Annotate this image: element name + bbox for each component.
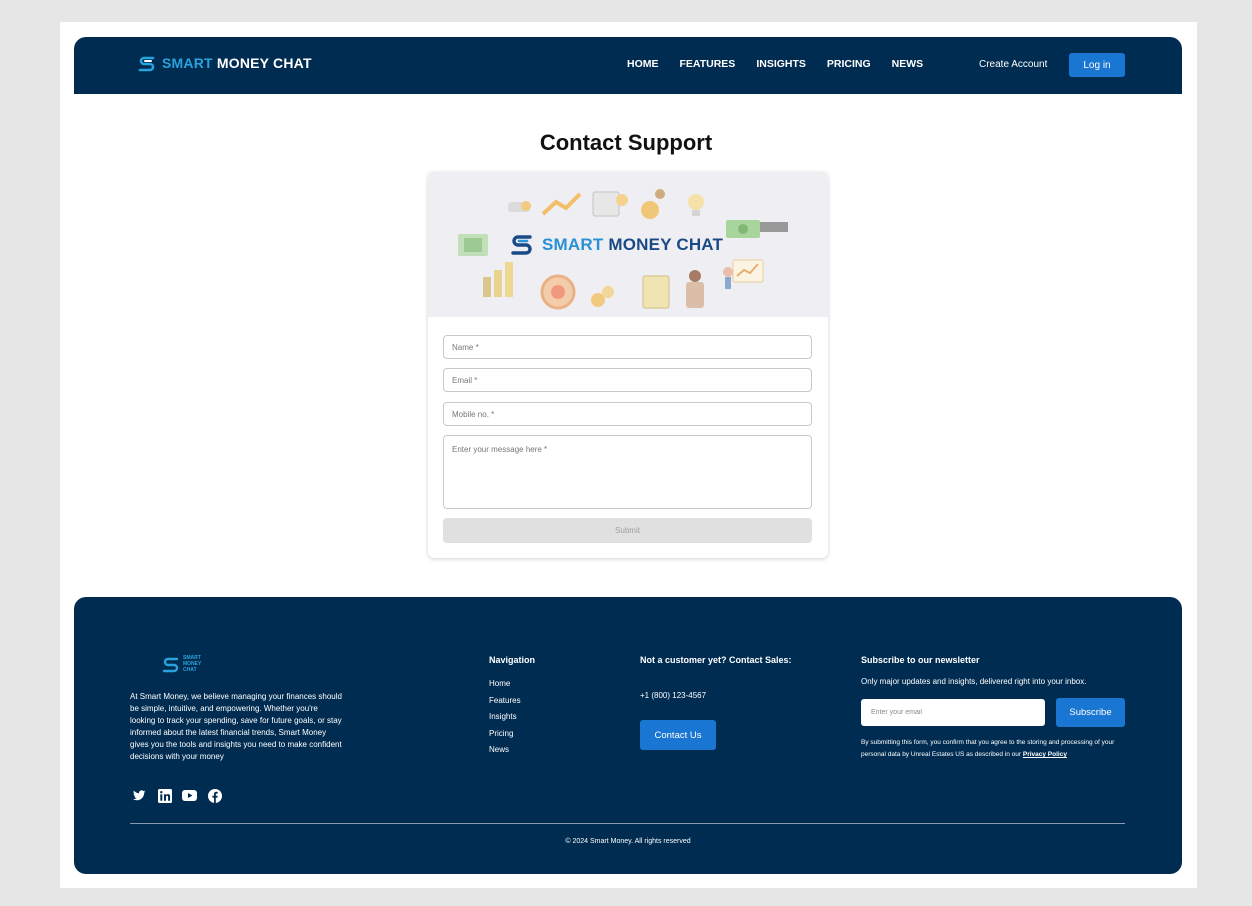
linkedin-icon[interactable] — [157, 788, 172, 803]
brand-logo[interactable]: SMART MONEY CHAT — [138, 54, 312, 72]
top-navbar: SMART MONEY CHAT HOME FEATURES INSIGHTS … — [74, 37, 1182, 94]
footer-logo: SMART MONEY CHAT — [162, 655, 201, 673]
brand-name: SMART MONEY CHAT — [162, 55, 312, 71]
twitter-icon[interactable] — [132, 788, 147, 803]
mobile-field[interactable] — [443, 402, 812, 426]
smart-money-logo-icon — [162, 657, 179, 673]
nav-pricing[interactable]: PRICING — [827, 58, 871, 70]
smart-money-logo-icon — [511, 235, 532, 255]
banner-logo: SMART MONEY CHAT — [510, 232, 723, 258]
footer-nav-features[interactable]: Features — [489, 693, 521, 710]
social-links — [132, 788, 222, 803]
youtube-icon[interactable] — [182, 788, 197, 803]
sales-phone: +1 (800) 123-4567 — [640, 691, 707, 700]
footer-navigation-title: Navigation — [489, 655, 536, 665]
consent-text: By submitting this form, you confirm tha… — [861, 739, 1115, 758]
newsletter-subtitle: Only major updates and insights, deliver… — [861, 677, 1087, 686]
contact-us-button[interactable]: Contact Us — [640, 720, 716, 750]
contact-banner: SMART MONEY CHAT — [428, 172, 828, 317]
nav-home[interactable]: HOME — [627, 58, 659, 70]
footer-nav-home[interactable]: Home — [489, 676, 521, 693]
facebook-icon[interactable] — [207, 788, 222, 803]
login-button[interactable]: Log in — [1069, 53, 1125, 77]
subscribe-button[interactable]: Subscribe — [1056, 698, 1125, 727]
footer-nav-insights[interactable]: Insights — [489, 709, 521, 726]
main-nav: HOME FEATURES INSIGHTS PRICING NEWS — [627, 58, 944, 70]
copyright: © 2024 Smart Money. All rights reserved — [565, 838, 691, 845]
name-field[interactable] — [443, 335, 812, 359]
smart-money-logo-icon — [138, 56, 155, 72]
nav-insights[interactable]: INSIGHTS — [756, 58, 806, 70]
create-account-link[interactable]: Create Account — [979, 59, 1047, 70]
newsletter-title: Subscribe to our newsletter — [861, 655, 980, 665]
nav-features[interactable]: FEATURES — [680, 58, 736, 70]
footer-about-text: At Smart Money, we believe managing your… — [130, 692, 342, 761]
nav-news[interactable]: NEWS — [892, 58, 924, 70]
footer-nav-news[interactable]: News — [489, 742, 521, 759]
site-footer: SMART MONEY CHAT At Smart Money, we beli… — [74, 597, 1182, 874]
footer-nav-pricing[interactable]: Pricing — [489, 726, 521, 743]
contact-sales-title: Not a customer yet? Contact Sales: — [640, 655, 792, 665]
submit-button[interactable]: Submit — [443, 518, 812, 543]
footer-divider — [130, 823, 1125, 824]
privacy-policy-link[interactable]: Privacy Policy — [1023, 751, 1067, 758]
page-title: Contact Support — [539, 130, 713, 155]
banner-brand-name: SMART MONEY CHAT — [542, 235, 724, 254]
message-field[interactable] — [443, 435, 812, 509]
newsletter-email-input[interactable] — [861, 699, 1045, 726]
newsletter-consent: By submitting this form, you confirm tha… — [861, 737, 1131, 761]
email-field[interactable] — [443, 368, 812, 392]
contact-form-card: SMART MONEY CHAT Submit — [428, 172, 828, 558]
footer-logo-text: SMART MONEY CHAT — [183, 655, 202, 673]
footer-navigation: Home Features Insights Pricing News — [489, 676, 521, 759]
